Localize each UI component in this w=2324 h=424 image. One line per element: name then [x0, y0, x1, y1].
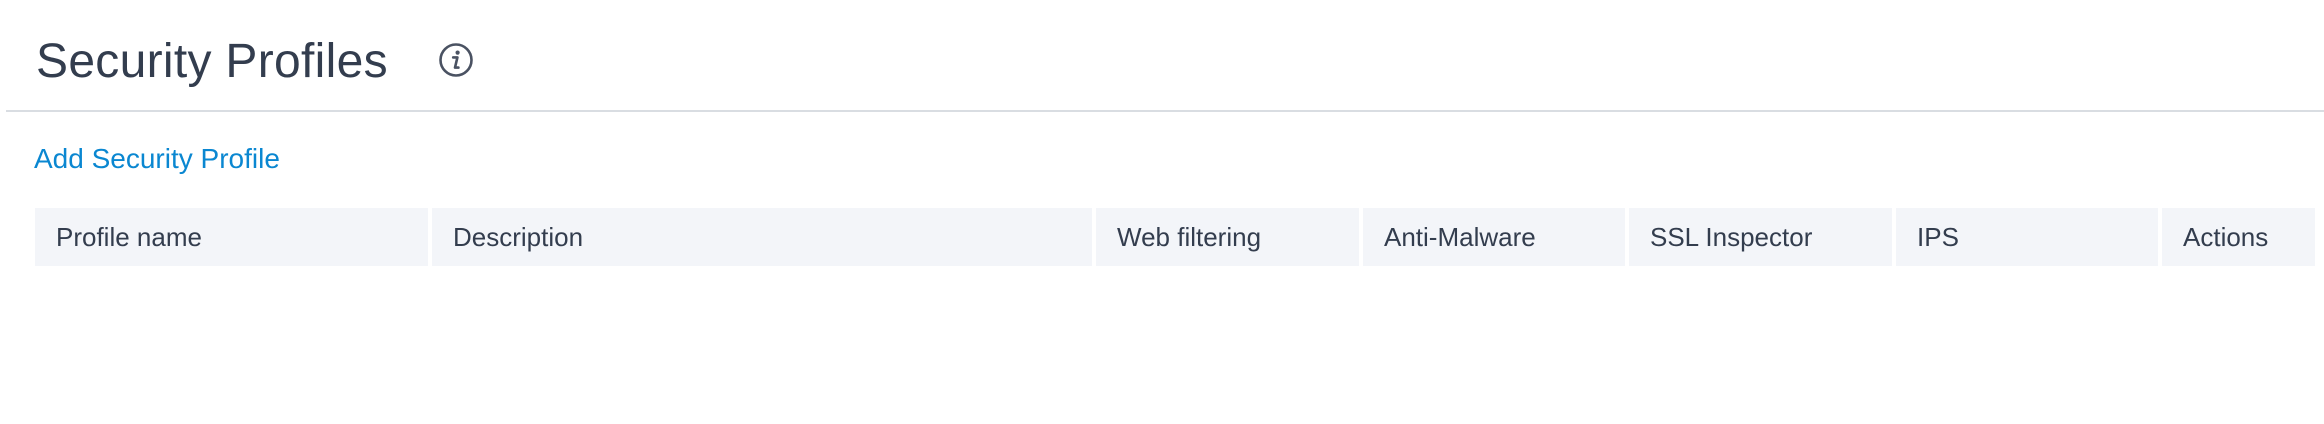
page-title: Security Profiles	[36, 35, 388, 88]
page-header: Security Profiles	[6, 0, 2324, 112]
column-header-ssl-inspector[interactable]: SSL Inspector	[1629, 208, 1892, 266]
column-header-web-filtering[interactable]: Web filtering	[1096, 208, 1359, 266]
info-icon[interactable]	[438, 42, 474, 78]
column-header-actions[interactable]: Actions	[2162, 208, 2315, 266]
add-security-profile-link[interactable]: Add Security Profile	[34, 142, 280, 176]
column-header-description[interactable]: Description	[432, 208, 1092, 266]
column-header-anti-malware[interactable]: Anti-Malware	[1363, 208, 1625, 266]
column-header-profile-name[interactable]: Profile name	[35, 208, 428, 266]
security-profiles-table-header: Profile name Description Web filtering A…	[35, 208, 2315, 266]
column-header-ips[interactable]: IPS	[1896, 208, 2158, 266]
